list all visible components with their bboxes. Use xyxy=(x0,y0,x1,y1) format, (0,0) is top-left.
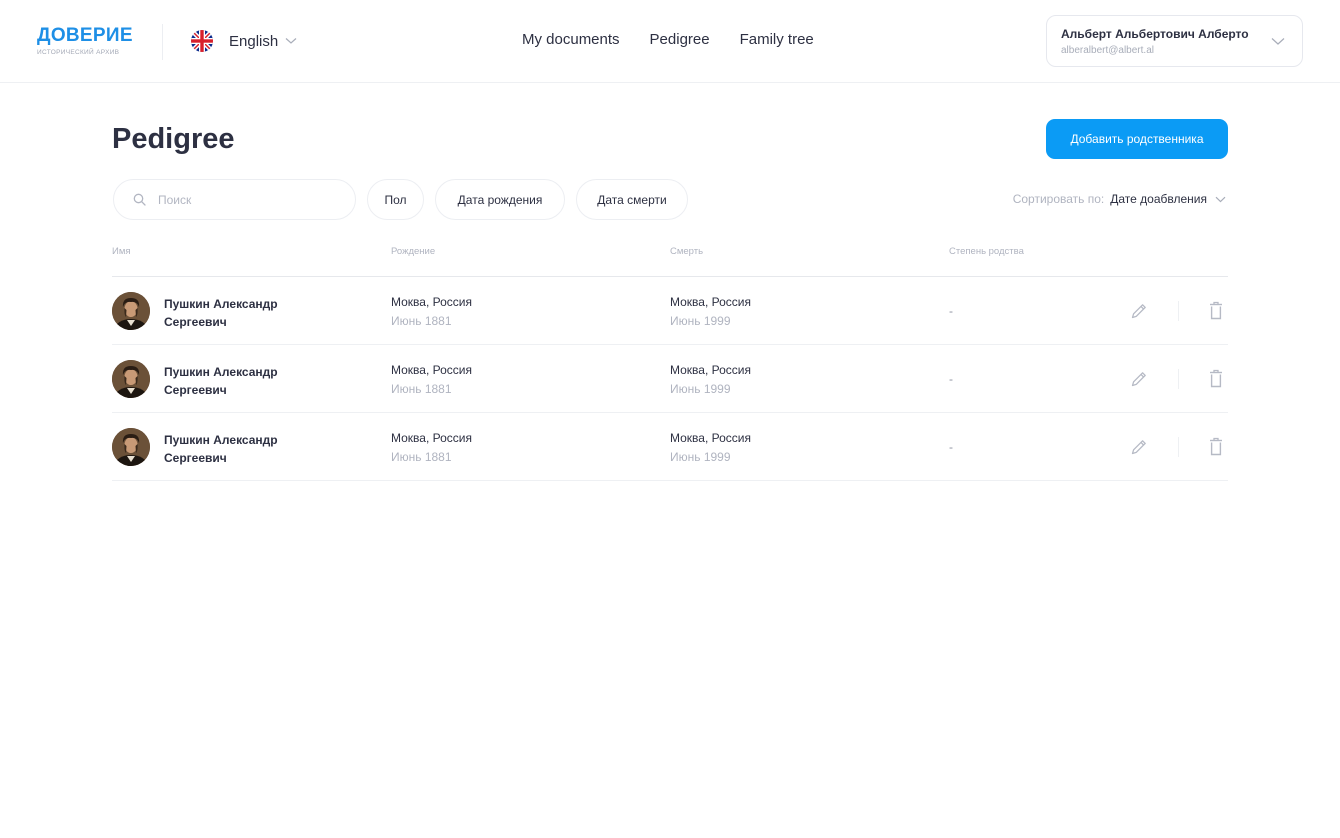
relation-degree: - xyxy=(949,304,953,318)
filter-gender[interactable]: Пол xyxy=(367,179,424,220)
user-name: Альберт Альбертович Алберто xyxy=(1061,27,1249,41)
column-header-name: Имя xyxy=(112,246,131,257)
logo[interactable]: ДОВЕРИЕ ИСТОРИЧЕСКИЙ АРХИВ xyxy=(37,26,133,57)
avatar xyxy=(112,360,150,398)
header: ДОВЕРИЕ ИСТОРИЧЕСКИЙ АРХИВ English My do… xyxy=(0,0,1340,83)
nav-family-tree[interactable]: Family tree xyxy=(740,30,814,50)
table-row[interactable]: Пушкин Александр Сергеевич Моква, Россия… xyxy=(112,413,1228,481)
filter-death-date[interactable]: Дата смерти xyxy=(576,179,688,220)
table-row[interactable]: Пушкин Александр Сергеевич Моква, Россия… xyxy=(112,345,1228,413)
death-date: Июнь 1999 xyxy=(670,382,731,396)
language-selector[interactable]: English xyxy=(191,29,297,53)
trash-icon[interactable] xyxy=(1209,369,1223,388)
actions-divider xyxy=(1178,301,1179,321)
sort-value: Дате доабвления xyxy=(1110,192,1207,206)
user-email: alberalbert@albert.al xyxy=(1061,45,1154,56)
nav-pedigree[interactable]: Pedigree xyxy=(650,30,710,50)
pencil-icon[interactable] xyxy=(1130,302,1148,320)
pencil-icon[interactable] xyxy=(1130,370,1148,388)
nav-my-documents[interactable]: My documents xyxy=(522,30,620,50)
death-date: Июнь 1999 xyxy=(670,314,731,328)
avatar xyxy=(112,428,150,466)
trash-icon[interactable] xyxy=(1209,301,1223,320)
relation-degree: - xyxy=(949,372,953,386)
person-name[interactable]: Пушкин Александр Сергеевич xyxy=(164,431,304,467)
search-input[interactable] xyxy=(158,192,338,207)
trash-icon[interactable] xyxy=(1209,437,1223,456)
chevron-down-icon xyxy=(1271,38,1285,45)
page-title: Pedigree xyxy=(112,123,235,155)
column-header-death: Смерть xyxy=(670,246,704,257)
death-place: Моква, Россия xyxy=(670,431,751,445)
death-place: Моква, Россия xyxy=(670,363,751,377)
avatar xyxy=(112,292,150,330)
death-place: Моква, Россия xyxy=(670,295,751,309)
sort-dropdown[interactable]: Сортировать по: Дате доабвления xyxy=(1013,192,1226,206)
person-name[interactable]: Пушкин Александр Сергеевич xyxy=(164,295,304,331)
birth-place: Моква, Россия xyxy=(391,431,472,445)
person-name[interactable]: Пушкин Александр Сергеевич xyxy=(164,363,304,399)
search-icon xyxy=(133,193,146,206)
search-box[interactable] xyxy=(113,179,356,220)
actions-divider xyxy=(1178,437,1179,457)
uk-flag-icon xyxy=(191,30,213,52)
relatives-table: Пушкин Александр Сергеевич Моква, Россия… xyxy=(112,277,1228,481)
header-divider xyxy=(162,24,163,60)
language-label: English xyxy=(229,32,279,50)
birth-date: Июнь 1881 xyxy=(391,450,452,464)
add-relative-button[interactable]: Добавить родственника xyxy=(1046,119,1228,159)
pencil-icon[interactable] xyxy=(1130,438,1148,456)
chevron-down-icon xyxy=(1215,196,1226,202)
birth-place: Моква, Россия xyxy=(391,363,472,377)
birth-date: Июнь 1881 xyxy=(391,382,452,396)
birth-place: Моква, Россия xyxy=(391,295,472,309)
main-nav: My documents Pedigree Family tree xyxy=(522,30,814,50)
table-row[interactable]: Пушкин Александр Сергеевич Моква, Россия… xyxy=(112,277,1228,345)
column-header-birth: Рождение xyxy=(391,246,436,257)
sort-label: Сортировать по: xyxy=(1012,192,1105,206)
filter-birth-date[interactable]: Дата рождения xyxy=(435,179,565,220)
column-header-relation: Степень родства xyxy=(949,246,1024,257)
logo-title: ДОВЕРИЕ xyxy=(37,25,133,46)
relation-degree: - xyxy=(949,440,953,454)
death-date: Июнь 1999 xyxy=(670,450,731,464)
birth-date: Июнь 1881 xyxy=(391,314,452,328)
actions-divider xyxy=(1178,369,1179,389)
chevron-down-icon xyxy=(285,38,297,44)
user-menu[interactable]: Альберт Альбертович Алберто alberalbert@… xyxy=(1046,15,1303,67)
logo-subtitle: ИСТОРИЧЕСКИЙ АРХИВ xyxy=(37,49,120,56)
